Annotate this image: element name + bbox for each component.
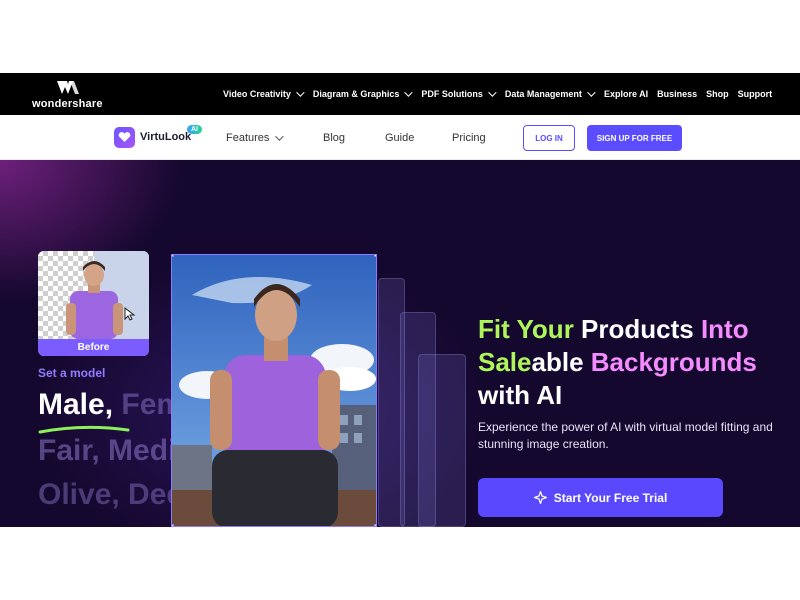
stacked-card-front bbox=[378, 278, 405, 527]
wondershare-top-bar: wondershare Video Creativity Diagram & G… bbox=[0, 73, 800, 115]
headline-line-2: Saleable Backgrounds bbox=[478, 346, 757, 379]
wondershare-logo[interactable]: wondershare bbox=[32, 79, 102, 111]
wondershare-logo-icon bbox=[57, 81, 79, 94]
product-nav-blog[interactable]: Blog bbox=[323, 132, 345, 144]
model-figure-small bbox=[66, 261, 123, 339]
top-nav-support[interactable]: Support bbox=[738, 89, 773, 99]
chevron-down-icon bbox=[275, 132, 285, 141]
top-nav-data-management[interactable]: Data Management bbox=[504, 88, 596, 99]
headline-backgrounds: Backgrounds bbox=[590, 347, 757, 377]
top-nav-shop[interactable]: Shop bbox=[706, 89, 729, 99]
headline-able: able bbox=[531, 347, 591, 377]
chevron-down-icon bbox=[587, 88, 596, 97]
product-nav-pricing[interactable]: Pricing bbox=[452, 132, 486, 144]
login-button[interactable]: LOG IN bbox=[523, 125, 575, 151]
tone-option-male: Male, bbox=[38, 388, 114, 421]
set-model-label: Set a model bbox=[38, 366, 106, 380]
product-nav-features[interactable]: Features bbox=[226, 132, 285, 144]
wondershare-wordmark: wondershare bbox=[32, 98, 103, 110]
hero-headline: Fit Your Products Into Saleable Backgrou… bbox=[478, 313, 757, 412]
product-nav-label: Guide bbox=[385, 132, 415, 144]
top-nav-business[interactable]: Business bbox=[657, 89, 697, 99]
signup-button[interactable]: SIGN UP FOR FREE bbox=[587, 125, 682, 151]
model-photo bbox=[172, 255, 376, 526]
cursor-pointer-icon bbox=[124, 307, 136, 321]
top-nav-label: Data Management bbox=[504, 89, 582, 99]
top-nav-video-creativity[interactable]: Video Creativity bbox=[223, 88, 305, 99]
hero-subtext: Experience the power of AI with virtual … bbox=[478, 420, 773, 451]
top-nav-label: Business bbox=[657, 89, 698, 99]
product-nav-guide[interactable]: Guide bbox=[385, 132, 414, 144]
headline-line-3: with AI bbox=[478, 380, 563, 410]
stacked-card-middle bbox=[400, 312, 436, 527]
chevron-down-icon bbox=[296, 88, 305, 97]
top-nav-explore-ai[interactable]: Explore AI bbox=[604, 89, 648, 99]
top-nav-diagram-graphics[interactable]: Diagram & Graphics bbox=[312, 88, 414, 99]
top-nav-label: Diagram & Graphics bbox=[312, 89, 400, 99]
model-photo-frame bbox=[171, 254, 377, 527]
top-nav-label: Support bbox=[737, 89, 773, 99]
resize-handle-bottom-left[interactable] bbox=[172, 524, 174, 526]
headline-into: Into bbox=[700, 314, 749, 344]
top-nav-label: Video Creativity bbox=[223, 89, 291, 99]
headline-products: Products bbox=[573, 314, 701, 344]
resize-handle-bottom-right[interactable] bbox=[374, 524, 376, 526]
virtulook-logo-icon[interactable] bbox=[114, 127, 135, 148]
resize-handle-top-left[interactable] bbox=[172, 255, 174, 257]
start-free-trial-button[interactable]: Start Your Free Trial bbox=[478, 478, 723, 517]
product-nav-label: Pricing bbox=[452, 132, 486, 144]
top-nav: Video Creativity Diagram & Graphics PDF … bbox=[223, 73, 781, 115]
product-nav-label: Blog bbox=[323, 132, 346, 144]
headline-line-1: Fit Your Products Into bbox=[478, 313, 757, 346]
sparkle-icon bbox=[533, 491, 547, 504]
resize-handle-top-right[interactable] bbox=[374, 255, 376, 257]
product-nav-label: Features bbox=[226, 132, 270, 144]
top-nav-label: Explore AI bbox=[603, 89, 649, 99]
headline-sale: Sale bbox=[478, 347, 532, 377]
before-label: Before bbox=[38, 339, 149, 356]
page: wondershare Video Creativity Diagram & G… bbox=[0, 0, 800, 600]
top-nav-label: Shop bbox=[706, 89, 729, 99]
cta-label: Start Your Free Trial bbox=[553, 490, 668, 505]
top-nav-pdf-solutions[interactable]: PDF Solutions bbox=[421, 88, 497, 99]
top-nav-label: PDF Solutions bbox=[421, 89, 483, 99]
product-name[interactable]: VirtuLook bbox=[140, 131, 191, 143]
chevron-down-icon bbox=[404, 88, 414, 97]
headline-fit-your: Fit Your bbox=[478, 314, 574, 344]
heart-icon bbox=[118, 132, 131, 142]
before-image-card: Before bbox=[38, 251, 149, 356]
hero-section: Before Set a model Male, Female Fair, Me… bbox=[0, 160, 800, 527]
chevron-down-icon bbox=[488, 88, 497, 97]
ai-badge: AI bbox=[187, 125, 202, 134]
